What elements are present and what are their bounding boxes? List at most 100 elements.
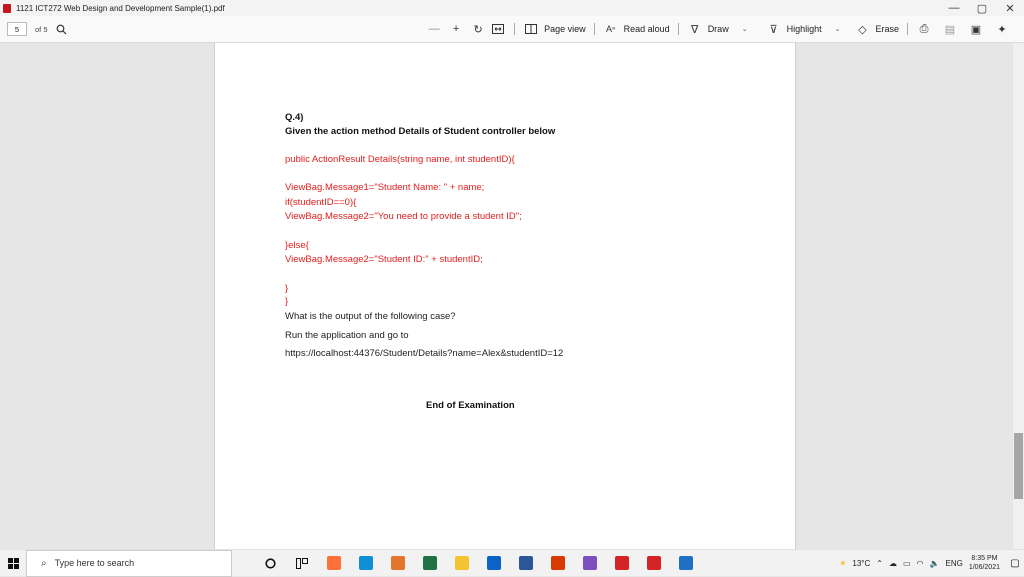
windows-icon — [7, 557, 19, 569]
separator — [907, 23, 908, 35]
clock[interactable]: 8:35 PM 1/06/2021 — [969, 554, 1000, 572]
code-line: } — [285, 283, 289, 294]
window: 1121 ICT272 Web Design and Development S… — [0, 0, 1024, 577]
erase-button[interactable]: ◇ Erase — [854, 21, 899, 37]
code-line: } — [285, 296, 289, 307]
word-icon[interactable] — [510, 550, 542, 577]
page-view-label: Page view — [544, 24, 586, 34]
save-as-icon[interactable]: ▣ — [968, 21, 984, 37]
draw-button[interactable]: ∇ Draw ⌄ — [687, 21, 748, 37]
code-line: if(studentID==0){ — [285, 197, 357, 208]
office365-icon[interactable] — [542, 550, 574, 577]
firefox-icon[interactable] — [318, 550, 350, 577]
edge-icon[interactable] — [350, 550, 382, 577]
system-tray: ☀ 13°C ⌃ ☁ ▭ ◠ 🔈 ENG 8:35 PM 1/06/2021 — [839, 554, 1006, 572]
url-line: https://localhost:44376/Student/Details?… — [285, 348, 564, 359]
word-glyph — [519, 556, 533, 570]
weather-icon[interactable]: ☀ — [839, 559, 846, 568]
pdf-toolbar: 5 of 5 — + ↻ Page view A» Read aloud ∇ D… — [0, 16, 1024, 43]
print-icon[interactable]: ⎙ — [916, 21, 932, 37]
excel-glyph — [423, 556, 437, 570]
visualstudio-glyph — [583, 556, 597, 570]
page-total: of 5 — [35, 24, 48, 34]
vertical-scrollbar[interactable] — [1013, 43, 1024, 549]
zoom-in-button[interactable]: + — [448, 21, 464, 37]
files-glyph — [455, 556, 469, 570]
photos-icon[interactable] — [670, 550, 702, 577]
highlight-label: Highlight — [786, 24, 822, 34]
separator — [677, 23, 679, 35]
highlight-icon: ⊽ — [769, 23, 778, 36]
chevron-up-icon[interactable]: ⌃ — [876, 559, 883, 568]
find-icon[interactable] — [54, 21, 70, 37]
question-line: What is the output of the following case… — [285, 311, 456, 322]
clock-date: 1/06/2021 — [968, 564, 1000, 571]
scrollbar-thumb[interactable] — [1014, 433, 1023, 499]
wifi-icon[interactable]: ◠ — [917, 559, 924, 568]
save-icon[interactable]: ▤ — [942, 21, 958, 37]
pdf2-icon[interactable] — [638, 550, 670, 577]
office-icon[interactable] — [382, 550, 414, 577]
pdf-file-icon — [3, 3, 11, 13]
instruction-line: Run the application and go to — [285, 330, 409, 341]
highlight-button[interactable]: ⊽ Highlight ⌄ — [766, 21, 841, 37]
volume-icon[interactable]: 🔈 — [930, 559, 940, 568]
draw-label: Draw — [707, 24, 729, 34]
separator — [593, 23, 595, 35]
chevron-down-icon[interactable]: ⌄ — [742, 25, 748, 33]
code-line: public ActionResult Details(string name,… — [285, 154, 515, 165]
task-view-icon[interactable] — [286, 550, 318, 577]
document-viewport[interactable]: Q.4) Given the action method Details of … — [0, 43, 1013, 549]
battery-icon[interactable]: ▭ — [903, 559, 911, 568]
eraser-icon: ◇ — [858, 23, 867, 36]
fit-page-icon[interactable] — [490, 21, 506, 37]
read-aloud-button[interactable]: A» Read aloud — [603, 21, 670, 37]
notifications-icon[interactable]: ▢ — [1006, 550, 1024, 577]
office365-glyph — [551, 556, 565, 570]
read-aloud-label: Read aloud — [623, 24, 670, 34]
chevron-down-icon[interactable]: ⌄ — [835, 25, 841, 33]
end-of-exam: End of Examination — [426, 400, 515, 411]
firefox-glyph — [327, 556, 341, 570]
erase-label: Erase — [875, 24, 899, 34]
code-line: ViewBag.Message2="You need to provide a … — [285, 211, 522, 222]
minimize-button[interactable]: — — [940, 0, 968, 16]
visualstudio-icon[interactable] — [574, 550, 606, 577]
excel-icon[interactable] — [414, 550, 446, 577]
separator — [514, 23, 516, 35]
draw-icon: ∇ — [691, 23, 699, 36]
mail-icon[interactable] — [478, 550, 510, 577]
zoom-out-button[interactable]: — — [426, 21, 442, 37]
search-placeholder: Type here to search — [54, 558, 135, 568]
window-title: 1121 ICT272 Web Design and Development S… — [16, 3, 225, 13]
restore-button[interactable]: ▢ — [968, 0, 996, 16]
mail-glyph — [487, 556, 501, 570]
page-view-icon — [523, 21, 539, 37]
files-icon[interactable] — [446, 550, 478, 577]
read-aloud-icon: A» — [605, 24, 616, 34]
edge-glyph — [359, 556, 373, 570]
taskbar-search[interactable]: ⌕ Type here to search — [26, 549, 232, 577]
search-icon: ⌕ — [41, 557, 47, 569]
rotate-icon[interactable]: ↻ — [470, 21, 486, 37]
clock-time: 8:35 PM — [971, 555, 998, 562]
question-prompt: Given the action method Details of Stude… — [285, 126, 556, 137]
page-number-input[interactable]: 5 — [7, 22, 27, 36]
cortana-icon[interactable] — [254, 550, 286, 577]
page-view-button[interactable]: Page view — [523, 21, 586, 37]
start-button[interactable] — [0, 550, 26, 577]
pdf2-glyph — [647, 556, 661, 570]
pdf-icon[interactable] — [606, 550, 638, 577]
code-line: ViewBag.Message2="Student ID:" + student… — [285, 254, 483, 265]
close-button[interactable]: ✕ — [996, 0, 1024, 16]
code-line: }else{ — [285, 240, 309, 251]
code-line: ViewBag.Message1="Student Name: " + name… — [285, 182, 485, 193]
pdf-glyph — [615, 556, 629, 570]
title-bar: 1121 ICT272 Web Design and Development S… — [0, 0, 1024, 16]
pin-icon[interactable]: ✦ — [994, 21, 1010, 37]
onedrive-icon[interactable]: ☁ — [889, 559, 897, 568]
language-indicator[interactable]: ENG — [946, 559, 963, 568]
weather-temp[interactable]: 13°C — [852, 559, 870, 568]
office-glyph — [391, 556, 405, 570]
photos-glyph — [679, 556, 693, 570]
